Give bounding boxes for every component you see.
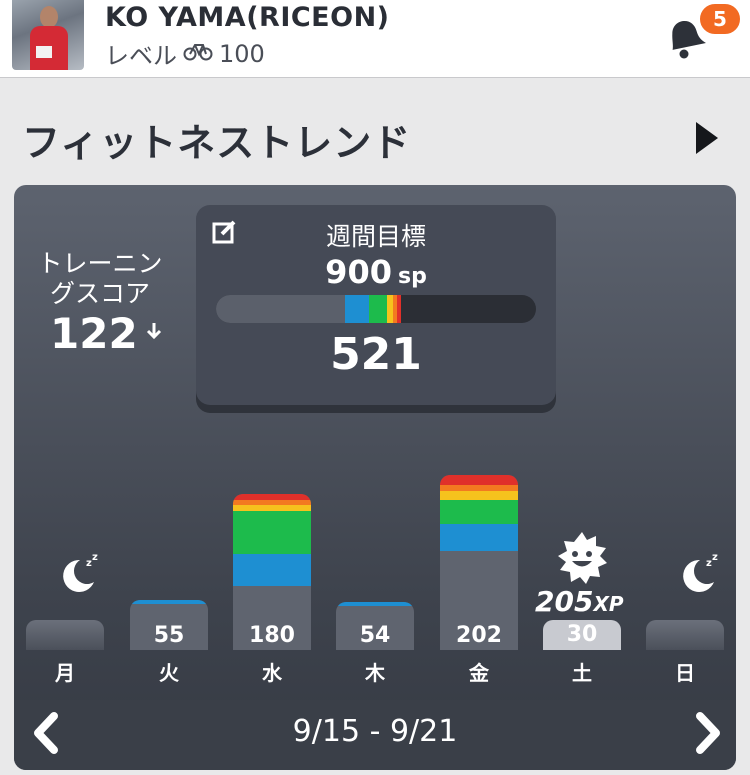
day-label-wed: 水 bbox=[262, 661, 282, 685]
day-column-sat[interactable]: 205XP 30 bbox=[535, 530, 624, 650]
day-bar-value: 202 bbox=[456, 623, 502, 648]
svg-text:z: z bbox=[712, 552, 718, 563]
day-bar: 180 bbox=[233, 494, 311, 650]
training-score-label-line1: トレーニン bbox=[37, 249, 163, 278]
day-label-thu: 木 bbox=[365, 661, 385, 685]
chevron-right-icon[interactable] bbox=[682, 708, 732, 758]
zone-band-red bbox=[440, 475, 518, 485]
avatar-bib bbox=[36, 46, 52, 58]
fitness-trend-card: トレーニン グスコア 122 週間目標 900 sp 521 zz 55 180… bbox=[14, 185, 736, 770]
training-score-label-line2: グスコア bbox=[49, 279, 150, 308]
goal-progress-zone-green bbox=[369, 295, 387, 323]
zone-band-blue bbox=[233, 554, 311, 586]
day-bar: 55 bbox=[130, 600, 208, 650]
weekly-goal-target-value: 900 bbox=[325, 253, 392, 291]
day-bar: 54 bbox=[336, 602, 414, 650]
day-label-mon: 月 bbox=[55, 661, 75, 685]
day-column-tue[interactable]: 55 bbox=[130, 600, 208, 650]
day-label-sun: 日 bbox=[675, 661, 695, 685]
zone-band-green bbox=[440, 500, 518, 524]
level-label: レベル bbox=[105, 42, 177, 70]
goal-progress-base bbox=[216, 295, 345, 323]
weekly-goal-unit: sp bbox=[397, 264, 427, 289]
play-icon[interactable] bbox=[696, 122, 718, 154]
zone-band-blue bbox=[336, 602, 414, 606]
arrow-down-icon bbox=[146, 321, 162, 346]
day-column-sun[interactable]: zz bbox=[646, 550, 724, 650]
day-label-sat: 土 bbox=[572, 661, 592, 685]
day-bar: 202 bbox=[440, 475, 518, 650]
app-header: KO YAMA(RICEON) レベル 100 5 bbox=[0, 0, 750, 78]
bike-icon bbox=[183, 41, 213, 66]
svg-text:z: z bbox=[92, 552, 98, 563]
day-bar-value: 54 bbox=[359, 623, 391, 648]
level-value: 100 bbox=[219, 39, 265, 68]
rest-bar bbox=[646, 620, 724, 650]
week-navigation: 9/15 - 9/21 bbox=[14, 700, 736, 770]
day-label-tue: 火 bbox=[159, 661, 179, 685]
day-bar-value: 180 bbox=[249, 623, 295, 648]
training-score-label: トレーニン グスコア bbox=[30, 249, 170, 309]
day-column-mon[interactable]: zz bbox=[26, 550, 104, 650]
sun-smile-icon bbox=[554, 530, 610, 586]
day-column-fri[interactable]: 202 bbox=[440, 475, 518, 650]
zone-band-green bbox=[233, 511, 311, 554]
training-score: 122 bbox=[50, 309, 162, 358]
day-column-thu[interactable]: 54 bbox=[336, 602, 414, 650]
zone-band-blue bbox=[130, 600, 208, 604]
day-column-wed[interactable]: 180 bbox=[233, 494, 311, 650]
xp-earned: 205XP bbox=[535, 585, 624, 618]
week-range: 9/15 - 9/21 bbox=[292, 714, 458, 749]
weekly-goal-current: 521 bbox=[330, 329, 422, 380]
training-score-value: 122 bbox=[50, 309, 138, 358]
goal-progress-zone-red bbox=[397, 295, 401, 323]
zone-band-blue bbox=[440, 524, 518, 551]
day-bar-value: 55 bbox=[153, 623, 185, 648]
sleep-moon-icon: zz bbox=[676, 552, 724, 600]
avatar-head bbox=[40, 6, 58, 28]
weekly-goal-target: 900 sp bbox=[196, 253, 556, 291]
weekly-goal-label: 週間目標 bbox=[325, 222, 426, 251]
xp-day-bar: 30 bbox=[543, 620, 621, 650]
sleep-moon-icon: zz bbox=[56, 552, 104, 600]
xp-value: 205 bbox=[535, 585, 594, 618]
weekly-goal-progress-bar bbox=[216, 295, 536, 323]
level-info: レベル 100 bbox=[105, 36, 265, 71]
weekly-goal-panel[interactable]: 週間目標 900 sp 521 bbox=[196, 205, 556, 405]
zone-band-yellow bbox=[440, 491, 518, 500]
rest-bar bbox=[26, 620, 104, 650]
avatar[interactable] bbox=[12, 0, 84, 70]
section-title: フィットネストレンド bbox=[22, 121, 412, 165]
goal-progress-zone-blue bbox=[345, 295, 369, 323]
day-label-fri: 金 bbox=[469, 661, 489, 685]
username: KO YAMA(RICEON) bbox=[105, 2, 390, 33]
notification-badge[interactable]: 5 bbox=[698, 2, 742, 36]
xp-unit: XP bbox=[593, 592, 624, 616]
